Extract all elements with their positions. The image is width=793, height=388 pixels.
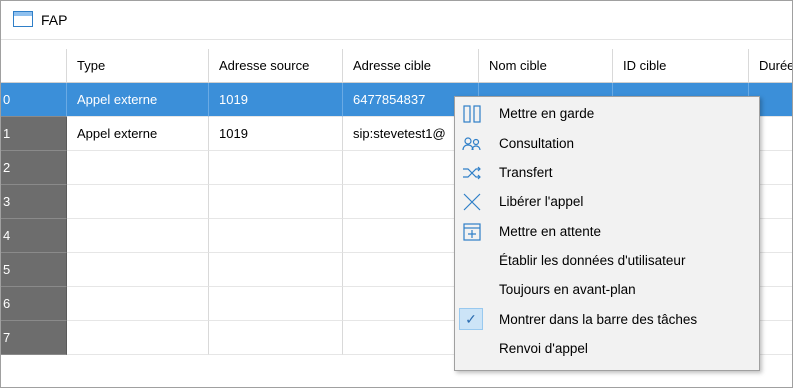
check-icon: ✓: [459, 308, 483, 330]
row-index[interactable]: 3: [1, 185, 67, 219]
menu-item-transfer[interactable]: Transfert: [455, 159, 759, 187]
grid-header-row: Type Adresse source Adresse cible Nom ci…: [1, 49, 792, 83]
cell-type[interactable]: [67, 219, 209, 253]
menu-item-label: Montrer dans la barre des tâches: [499, 312, 698, 327]
cell-source[interactable]: 1019: [209, 117, 343, 151]
menu-item-show-in-taskbar[interactable]: ✓ Montrer dans la barre des tâches: [455, 306, 759, 334]
menu-item-consultation[interactable]: Consultation: [455, 130, 759, 158]
cell-type[interactable]: [67, 253, 209, 287]
menu-item-park-call[interactable]: Mettre en attente: [455, 218, 759, 246]
column-header-type[interactable]: Type: [67, 49, 209, 83]
consultation-icon: [461, 133, 483, 155]
hold-icon: [461, 103, 483, 125]
cell-source[interactable]: [209, 185, 343, 219]
menu-item-set-user-data[interactable]: Établir les données d'utilisateur: [455, 247, 759, 275]
cell-source[interactable]: [209, 287, 343, 321]
row-index[interactable]: 7: [1, 321, 67, 355]
window-app-icon: [13, 11, 33, 27]
window-title: FAP: [41, 12, 68, 28]
cell-source[interactable]: [209, 151, 343, 185]
menu-item-label: Transfert: [499, 165, 553, 180]
row-index[interactable]: 2: [1, 151, 67, 185]
title-bar[interactable]: FAP: [1, 1, 792, 40]
corner-header: [1, 49, 67, 83]
cell-source[interactable]: 1019: [209, 83, 343, 117]
menu-item-hold[interactable]: Mettre en garde: [455, 100, 759, 128]
park-call-icon: [461, 221, 483, 243]
cell-type[interactable]: Appel externe: [67, 83, 209, 117]
column-header-id[interactable]: ID cible: [613, 49, 749, 83]
row-index[interactable]: 0: [1, 83, 67, 117]
cell-type[interactable]: [67, 287, 209, 321]
column-header-duration[interactable]: Durée: [749, 49, 792, 83]
menu-item-label: Consultation: [499, 136, 575, 151]
cell-type[interactable]: Appel externe: [67, 117, 209, 151]
transfer-icon: [461, 162, 483, 184]
row-index[interactable]: 1: [1, 117, 67, 151]
menu-item-label: Mettre en garde: [499, 106, 595, 121]
menu-item-label: Mettre en attente: [499, 224, 602, 239]
column-header-name[interactable]: Nom cible: [479, 49, 613, 83]
cell-type[interactable]: [67, 185, 209, 219]
column-header-target[interactable]: Adresse cible: [343, 49, 479, 83]
column-header-source[interactable]: Adresse source: [209, 49, 343, 83]
menu-item-label: Libérer l'appel: [499, 194, 584, 209]
menu-item-call-forward[interactable]: Renvoi d'appel: [455, 335, 759, 363]
fap-window: FAP Type Adresse source Adresse cible No…: [0, 0, 793, 388]
menu-item-always-on-top[interactable]: Toujours en avant-plan: [455, 276, 759, 304]
menu-item-label: Établir les données d'utilisateur: [499, 253, 686, 268]
row-index[interactable]: 5: [1, 253, 67, 287]
cell-source[interactable]: [209, 253, 343, 287]
cell-source[interactable]: [209, 321, 343, 355]
cell-source[interactable]: [209, 219, 343, 253]
menu-item-label: Toujours en avant-plan: [499, 282, 636, 297]
release-call-icon: [461, 191, 483, 213]
menu-item-label: Renvoi d'appel: [499, 341, 588, 356]
cell-type[interactable]: [67, 151, 209, 185]
row-index[interactable]: 4: [1, 219, 67, 253]
cell-type[interactable]: [67, 321, 209, 355]
context-menu: Mettre en garde Consultation Transfert L…: [454, 96, 760, 371]
row-index[interactable]: 6: [1, 287, 67, 321]
menu-item-release-call[interactable]: Libérer l'appel: [455, 188, 759, 216]
